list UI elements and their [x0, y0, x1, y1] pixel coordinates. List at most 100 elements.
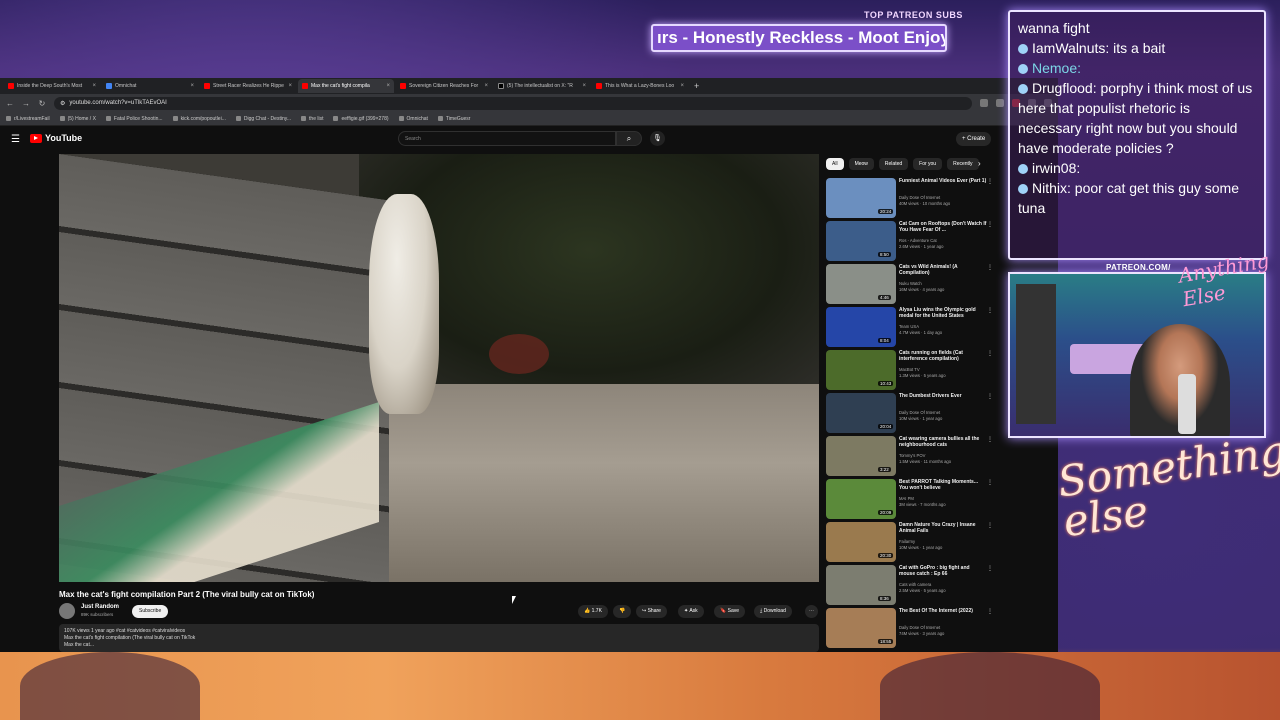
channel-name[interactable]: Just Random: [81, 604, 119, 610]
recommended-title[interactable]: Cats running on fields (Cat interference…: [899, 350, 987, 362]
video-description[interactable]: 107K views 1 year ago #cat #catvideos #c…: [59, 624, 819, 652]
more-vert-icon[interactable]: ⋮: [987, 608, 993, 615]
channel-avatar[interactable]: [59, 603, 75, 619]
recommended-title[interactable]: Cats vs Wild Animals! (A Compilation): [899, 264, 987, 276]
bookmark-item[interactable]: (5) Home / X: [59, 116, 96, 122]
recommended-video[interactable]: 8:50 Cat Cam on Rooftops (Don't Watch If …: [826, 221, 996, 261]
url-bar[interactable]: ⚙ youtube.com/watch?v=uTlkTAEvOAI: [54, 96, 972, 110]
recommended-video[interactable]: 10:43 Cats running on fields (Cat interfe…: [826, 350, 996, 390]
chevron-right-icon[interactable]: ›: [978, 159, 981, 168]
forward-icon[interactable]: →: [22, 99, 30, 108]
dislike-button[interactable]: 👎: [613, 605, 632, 618]
bookmark-star-icon[interactable]: [996, 99, 1004, 107]
filter-chip[interactable]: Related: [878, 158, 909, 170]
recommended-channel[interactable]: Daily Dose Of Internet: [899, 195, 940, 200]
more-vert-icon[interactable]: ⋮: [987, 522, 993, 529]
bookmark-item[interactable]: r/LivestreamFail: [6, 116, 50, 122]
recommended-channel[interactable]: Failarmy: [899, 539, 915, 544]
bookmark-item[interactable]: Fatal Police Shootin...: [105, 116, 163, 122]
recommended-title[interactable]: Damn Nature You Crazy | Insane Animal Fa…: [899, 522, 987, 534]
recommended-title[interactable]: Funniest Animal Videos Ever (Part 1): [899, 178, 987, 184]
recommended-channel[interactable]: MAI PM: [899, 496, 914, 501]
bookmark-item[interactable]: eeffigie.gif (399×278): [333, 116, 389, 122]
filter-chip[interactable]: Recently: [947, 158, 979, 170]
more-vert-icon[interactable]: ⋮: [987, 436, 993, 443]
recommended-channel[interactable]: Team USA: [899, 324, 919, 329]
recommended-video[interactable]: 20:09 Best PARROT Talking Moments... You …: [826, 479, 996, 519]
browser-tab[interactable]: Street Racer Realizes He Rippe ×: [200, 79, 296, 93]
browser-tab[interactable]: This is What a Lazy-Bones Loo ×: [592, 79, 688, 93]
more-vert-icon[interactable]: ⋮: [987, 350, 993, 357]
recommended-video[interactable]: 8:36 Cat with GoPro : big fight and mouse…: [826, 565, 996, 605]
menu-icon[interactable]: ☰: [11, 134, 20, 145]
recommended-video[interactable]: 20:04 The Dumbest Drivers Ever Daily Dose …: [826, 393, 996, 433]
search-button[interactable]: ⌕: [616, 131, 642, 146]
recommended-title[interactable]: Alysa Liu wins the Olympic gold medal fo…: [899, 307, 987, 319]
recommended-channel[interactable]: Nuku Watch: [899, 281, 922, 286]
extension-icon[interactable]: [980, 99, 988, 107]
voice-search-button[interactable]: 🎙: [650, 131, 665, 146]
recommended-title[interactable]: The Dumbest Drivers Ever: [899, 393, 987, 399]
more-vert-icon[interactable]: ⋮: [987, 264, 993, 271]
ask-button[interactable]: ✦ Ask: [678, 605, 704, 618]
video-player[interactable]: [59, 154, 819, 582]
browser-tab[interactable]: (5) The intellectualist on X: "R ×: [494, 79, 590, 93]
recommended-title[interactable]: Cat wearing camera bullies all the neigh…: [899, 436, 987, 448]
browser-tab[interactable]: Inside the Deep South's Most ×: [4, 79, 100, 93]
close-tab-icon[interactable]: ×: [386, 83, 390, 89]
more-vert-icon[interactable]: ⋮: [987, 307, 993, 314]
recommended-video[interactable]: 4:46 Cats vs Wild Animals! (A Compilation…: [826, 264, 996, 304]
recommended-video[interactable]: 20:30 Damn Nature You Crazy | Insane Anim…: [826, 522, 996, 562]
close-tab-icon[interactable]: ×: [288, 83, 292, 89]
close-tab-icon[interactable]: ×: [190, 83, 194, 89]
filter-chip[interactable]: For you: [913, 158, 943, 170]
close-tab-icon[interactable]: ×: [582, 83, 586, 89]
bookmark-item[interactable]: Digg Chat - Destiny...: [235, 116, 291, 122]
recommended-video[interactable]: 8:04 Alysa Liu wins the Olympic gold meda…: [826, 307, 996, 347]
recommended-video[interactable]: 18:55 The Best Of The Internet (2022) Dail…: [826, 608, 996, 648]
reload-icon[interactable]: ↻: [38, 99, 46, 108]
more-vert-icon[interactable]: ⋮: [987, 479, 993, 486]
recommended-channel[interactable]: Daily Dose Of Internet: [899, 410, 940, 415]
create-button[interactable]: + Create: [956, 132, 992, 146]
recommended-video[interactable]: 3:22 Cat wearing camera bullies all the n…: [826, 436, 996, 476]
bookmark-item[interactable]: TimeGuesr: [437, 116, 470, 122]
save-button[interactable]: 🔖 Save: [714, 605, 746, 618]
download-button[interactable]: ⤓ Download: [754, 605, 792, 618]
recommended-title[interactable]: Cat with GoPro : big fight and mouse cat…: [899, 565, 987, 577]
close-tab-icon[interactable]: ×: [484, 83, 488, 89]
filter-chip[interactable]: Meow: [848, 158, 874, 170]
more-vert-icon[interactable]: ⋮: [987, 565, 993, 572]
bookmark-item[interactable]: Omnichat: [398, 116, 428, 122]
new-tab-icon[interactable]: +: [690, 81, 703, 91]
recommended-channel[interactable]: Cats with camera: [899, 582, 931, 587]
site-info-icon[interactable]: ⚙: [60, 100, 65, 107]
close-tab-icon[interactable]: ×: [92, 83, 96, 89]
back-icon[interactable]: ←: [6, 99, 14, 108]
bookmark-item[interactable]: kick.com/popoutlei...: [172, 116, 226, 122]
browser-tab[interactable]: Omnichat ×: [102, 79, 198, 93]
more-actions-button[interactable]: ⋯: [805, 605, 818, 618]
share-button[interactable]: ↪ Share: [636, 605, 667, 618]
recommended-channel[interactable]: Tommy's POV: [899, 453, 925, 458]
more-vert-icon[interactable]: ⋮: [987, 178, 993, 185]
more-vert-icon[interactable]: ⋮: [987, 393, 993, 400]
browser-tab[interactable]: Max the cat's fight compila ×: [298, 79, 394, 93]
recommended-video[interactable]: 20:24 Funniest Animal Videos Ever (Part 1…: [826, 178, 996, 218]
browser-tab[interactable]: Sovereign Citizen Reaches For ×: [396, 79, 492, 93]
channel-subscriber-count: 89K subscribers: [81, 612, 114, 617]
bookmark-item[interactable]: the list: [301, 116, 323, 122]
subscribe-button[interactable]: Subscribe: [132, 605, 169, 618]
recommended-channel[interactable]: Ros - Adventure Cat: [899, 238, 937, 243]
like-button[interactable]: 👍 1.7K: [578, 605, 608, 618]
close-tab-icon[interactable]: ×: [680, 83, 684, 89]
filter-chip[interactable]: All: [826, 158, 844, 170]
recommended-channel[interactable]: Daily Dose Of Internet: [899, 625, 940, 630]
more-vert-icon[interactable]: ⋮: [987, 221, 993, 228]
recommended-title[interactable]: Best PARROT Talking Moments... You won't…: [899, 479, 987, 491]
recommended-title[interactable]: Cat Cam on Rooftops (Don't Watch If You …: [899, 221, 987, 233]
youtube-logo[interactable]: YouTube: [30, 133, 82, 143]
recommended-channel[interactable]: MacBot TV: [899, 367, 920, 372]
recommended-title[interactable]: The Best Of The Internet (2022): [899, 608, 987, 614]
search-input[interactable]: Search: [398, 131, 616, 146]
